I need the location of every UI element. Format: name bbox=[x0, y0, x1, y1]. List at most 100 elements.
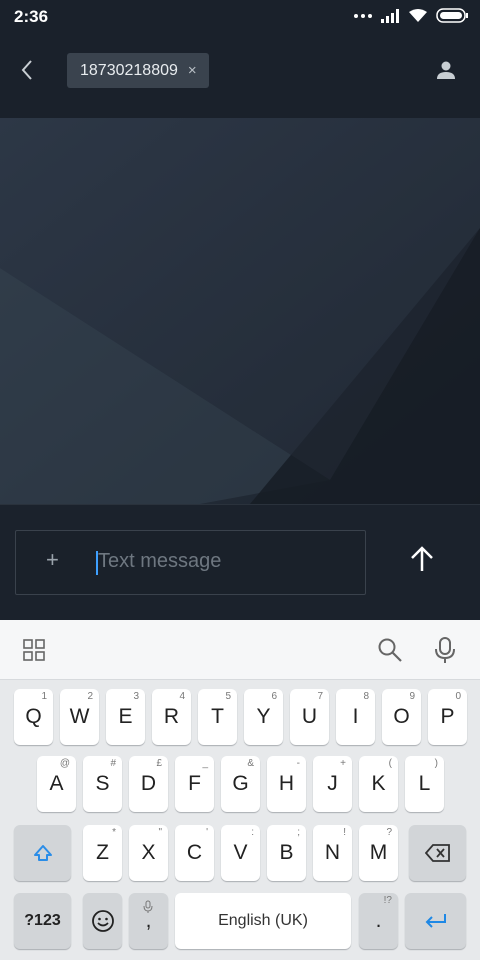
key-m-alt: ? bbox=[386, 827, 392, 838]
key-w-alt: 2 bbox=[87, 691, 93, 702]
key-a[interactable]: A @ bbox=[37, 756, 76, 812]
send-arrow-icon[interactable] bbox=[404, 541, 440, 577]
key-s-label: S bbox=[95, 772, 110, 795]
key-l-alt: ) bbox=[434, 758, 438, 769]
key-y-label: Y bbox=[256, 705, 271, 728]
key-o-alt: 9 bbox=[409, 691, 415, 702]
emoji-key[interactable] bbox=[83, 893, 122, 949]
enter-key[interactable] bbox=[405, 893, 466, 949]
key-c[interactable]: C ' bbox=[175, 825, 214, 881]
status-time: 2:36 bbox=[14, 7, 49, 26]
apps-grid-icon[interactable] bbox=[23, 639, 45, 661]
more-dots-icon bbox=[354, 13, 372, 18]
status-icons bbox=[354, 8, 468, 23]
signal-icon bbox=[381, 8, 399, 23]
key-m[interactable]: M? bbox=[359, 825, 398, 881]
keyboard-toolbar bbox=[0, 620, 480, 680]
remove-recipient-icon[interactable]: × bbox=[188, 62, 197, 79]
key-s[interactable]: S # bbox=[83, 756, 122, 812]
key-k[interactable]: K( bbox=[359, 756, 398, 812]
top-bar: 2:36 18730218809 × bbox=[0, 0, 480, 118]
key-h[interactable]: H- bbox=[267, 756, 306, 812]
space-key[interactable]: English (UK) bbox=[175, 893, 351, 949]
key-k-alt: ( bbox=[388, 758, 392, 769]
composer-bar: + Text message bbox=[0, 504, 480, 621]
wifi-icon bbox=[409, 9, 427, 22]
battery-icon bbox=[436, 8, 468, 23]
space-key-label: English (UK) bbox=[218, 912, 308, 929]
emoji-icon bbox=[91, 910, 114, 932]
backspace-key[interactable] bbox=[409, 825, 466, 881]
key-u-alt: 7 bbox=[317, 691, 323, 702]
key-n-alt: ! bbox=[343, 827, 346, 838]
key-f[interactable]: F _ bbox=[175, 756, 214, 812]
keyboard: Q 1 W 2 E 3 R 4 T 5 Y 6 U 7 I 8 O 9 P 0 A @ S # D £ F _ G & H - J + K(L) Z *… bbox=[0, 620, 480, 960]
key-t[interactable]: T5 bbox=[198, 689, 237, 745]
key-p-alt: 0 bbox=[455, 691, 461, 702]
key-x-label: X bbox=[141, 841, 156, 864]
enter-icon bbox=[425, 914, 446, 928]
background-art bbox=[0, 118, 480, 504]
recipient-chip[interactable]: 18730218809 × bbox=[67, 53, 209, 88]
key-e[interactable]: E3 bbox=[106, 689, 145, 745]
key-g[interactable]: G & bbox=[221, 756, 260, 812]
key-r[interactable]: R4 bbox=[152, 689, 191, 745]
key-n[interactable]: N! bbox=[313, 825, 352, 881]
key-x[interactable]: X " bbox=[129, 825, 168, 881]
key-i-label: I bbox=[352, 705, 359, 728]
key-g-alt: & bbox=[247, 758, 254, 769]
key-a-alt: @ bbox=[59, 758, 70, 769]
key-j[interactable]: J + bbox=[313, 756, 352, 812]
key-c-label: C bbox=[186, 841, 203, 864]
key-b[interactable]: B; bbox=[267, 825, 306, 881]
key-z[interactable]: Z * bbox=[83, 825, 122, 881]
key-j-alt: + bbox=[340, 758, 346, 769]
key-o-label: O bbox=[393, 705, 410, 728]
key-z-alt: * bbox=[112, 827, 116, 838]
key-s-alt: # bbox=[110, 758, 116, 769]
key-l-label: L bbox=[418, 772, 431, 795]
back-arrow-icon[interactable] bbox=[16, 58, 40, 82]
key-i-alt: 8 bbox=[363, 691, 369, 702]
key-r-label: R bbox=[163, 705, 180, 728]
key-v-label: V bbox=[233, 841, 248, 864]
contact-icon[interactable] bbox=[434, 58, 458, 82]
key-v[interactable]: V: bbox=[221, 825, 260, 881]
key-o[interactable]: O9 bbox=[382, 689, 421, 745]
symbols-key[interactable]: ?123 bbox=[14, 893, 71, 949]
conversation-header: 18730218809 × bbox=[0, 50, 480, 94]
key-k-label: K bbox=[371, 772, 386, 795]
message-input[interactable]: + Text message bbox=[15, 530, 366, 595]
key-r-alt: 4 bbox=[179, 691, 185, 702]
key-g-label: G bbox=[232, 772, 249, 795]
key-j-label: J bbox=[327, 772, 338, 795]
shift-key[interactable] bbox=[14, 825, 71, 881]
key-h-label: H bbox=[278, 772, 295, 795]
comma-mic-icon bbox=[143, 896, 153, 920]
key-q[interactable]: Q1 bbox=[14, 689, 53, 745]
key-c-alt: ' bbox=[206, 827, 208, 838]
backspace-icon bbox=[424, 844, 450, 862]
key-y-alt: 6 bbox=[271, 691, 277, 702]
key-l[interactable]: L) bbox=[405, 756, 444, 812]
key-i[interactable]: I8 bbox=[336, 689, 375, 745]
symbols-key-label: ?123 bbox=[24, 912, 61, 929]
key-f-label: F bbox=[188, 772, 201, 795]
key-u-label: U bbox=[301, 705, 318, 728]
key-p[interactable]: P0 bbox=[428, 689, 467, 745]
key-p-label: P bbox=[440, 705, 455, 728]
key-d[interactable]: D £ bbox=[129, 756, 168, 812]
key-b-label: B bbox=[279, 841, 294, 864]
key-u[interactable]: U7 bbox=[290, 689, 329, 745]
status-bar: 2:36 bbox=[0, 0, 480, 36]
microphone-icon[interactable] bbox=[434, 636, 456, 664]
period-key[interactable]: .!? bbox=[359, 893, 398, 949]
comma-key[interactable]: , bbox=[129, 893, 168, 949]
period-key-label: . bbox=[375, 909, 382, 932]
shift-icon bbox=[33, 845, 52, 861]
search-icon[interactable] bbox=[377, 637, 403, 663]
key-n-label: N bbox=[324, 841, 341, 864]
key-y[interactable]: Y6 bbox=[244, 689, 283, 745]
key-w[interactable]: W2 bbox=[60, 689, 99, 745]
add-attachment-button[interactable]: + bbox=[46, 549, 64, 571]
